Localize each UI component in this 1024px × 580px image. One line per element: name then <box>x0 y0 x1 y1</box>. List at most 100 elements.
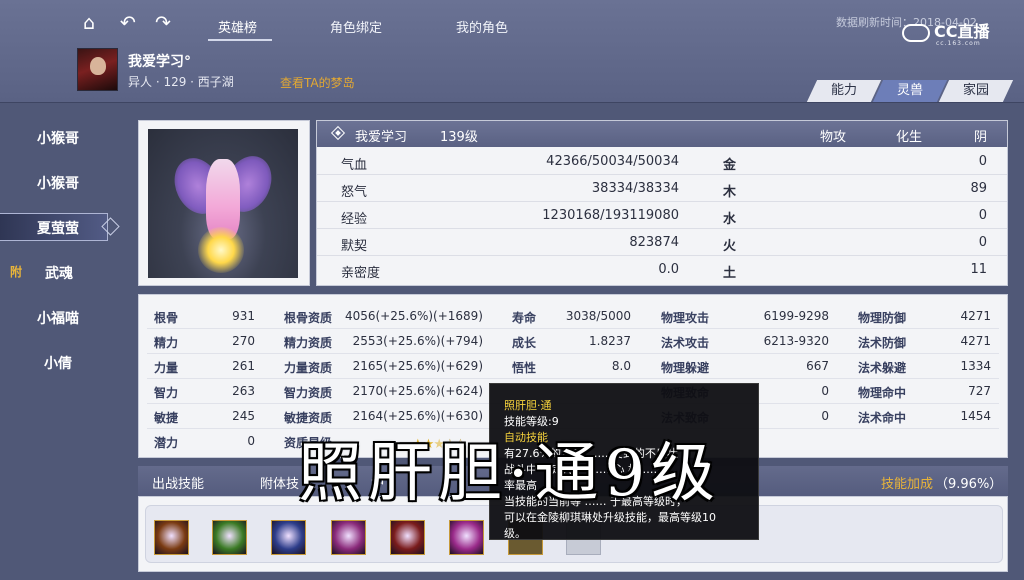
attr-label: 敏捷 <box>154 411 179 425</box>
info-row: 默契 823874 火 0 <box>317 229 1007 256</box>
attr-value: 727 <box>968 384 991 398</box>
fairy-glow <box>198 227 244 273</box>
cc-live-logo: CC直播 cc.163.com <box>902 18 990 47</box>
active-tab-underline <box>208 39 272 41</box>
element-value: 0 <box>978 235 987 250</box>
dream-island-link[interactable]: 查看TA的梦岛 <box>280 74 355 91</box>
attr-value: 4056(+25.6%)(+1689) <box>344 309 483 323</box>
attr-value: 1.8237 <box>589 334 631 348</box>
attr-label: 智力 <box>154 386 179 400</box>
leaf-skill-icon[interactable] <box>212 520 247 555</box>
home-icon[interactable]: ⌂ <box>78 12 100 34</box>
attr-value: 261 <box>232 359 255 373</box>
attr-label: 根骨资质 <box>284 311 333 325</box>
tab-role-binding[interactable]: 角色绑定 <box>330 17 382 36</box>
attr-label: 物理防御 <box>858 311 907 325</box>
element-label: 金 <box>723 158 737 173</box>
attr-value: 667 <box>806 359 829 373</box>
sidebar-item-pet-5[interactable]: 小福喵 <box>0 303 138 331</box>
tab-spirit-beast[interactable]: 灵兽 <box>872 80 948 102</box>
redo-icon[interactable]: ↷ <box>152 12 174 34</box>
attr-label: 根骨 <box>154 311 179 325</box>
sidebar-item-pet-2[interactable]: 小猴哥 <box>0 168 138 196</box>
attr-value: 2170(+25.6%)(+624) <box>352 384 483 398</box>
info-row: 气血 42366/50034/50034 金 0 <box>317 148 1007 175</box>
top-bar: ⌂ ↶ ↷ 英雄榜 角色绑定 我的角色 数据刷新时间：2018-04-02 CC… <box>0 0 1024 103</box>
tooltip-skill-name: 照肝胆·通 <box>504 399 552 412</box>
info-value: 0.0 <box>658 262 679 277</box>
pet-portrait <box>148 129 298 278</box>
sidebar-item-label: 小福喵 <box>37 311 79 327</box>
skill-bonus-value: （9.96%） <box>935 477 1003 492</box>
info-value: 38334/38334 <box>591 181 679 196</box>
tab-home[interactable]: 家园 <box>938 80 1014 102</box>
element-label: 水 <box>723 212 737 227</box>
attr-value: 6199-9298 <box>763 309 829 323</box>
cloud-icon <box>902 23 930 42</box>
tab-battle-skills[interactable]: 出战技能 <box>152 473 204 492</box>
attr-label: 精力资质 <box>284 336 333 350</box>
diamond-icon <box>330 125 346 141</box>
element-value: 0 <box>978 154 987 169</box>
orb-skill-icon[interactable] <box>331 520 366 555</box>
tab-attach-skills[interactable]: 附体技 <box>260 473 299 492</box>
attr-value: 0 <box>821 409 829 423</box>
element-label: 土 <box>723 266 737 281</box>
attr-value: 245 <box>232 409 255 423</box>
tab-my-role[interactable]: 我的角色 <box>456 17 508 36</box>
attr-label: 法术防御 <box>858 336 907 350</box>
attr-value: 0 <box>821 384 829 398</box>
tab-home-label: 家园 <box>962 83 989 98</box>
undo-icon[interactable]: ↶ <box>117 12 139 34</box>
element-label: 木 <box>723 185 737 200</box>
info-label: 怒气 <box>341 185 368 200</box>
pet-name: 我爱学习 <box>355 130 408 145</box>
info-value: 1230168/193119080 <box>542 208 679 223</box>
pet-attack-type: 物攻 <box>820 130 847 145</box>
attr-value: 0 <box>247 434 255 448</box>
element-value: 0 <box>978 208 987 223</box>
attr-value: 2553(+25.6%)(+794) <box>352 334 483 348</box>
lotus-skill-icon[interactable] <box>449 520 484 555</box>
tab-ability[interactable]: 能力 <box>806 80 882 102</box>
attr-label: 成长 <box>512 336 537 350</box>
attr-label: 物理攻击 <box>661 311 710 325</box>
claw-skill-icon[interactable] <box>271 520 306 555</box>
row-divider <box>147 378 999 379</box>
pet-level: 139级 <box>440 130 478 145</box>
attr-value: 931 <box>232 309 255 323</box>
video-caption: 照肝胆·通9级 <box>298 437 722 511</box>
info-row: 怒气 38334/38334 木 89 <box>317 175 1007 202</box>
sidebar-item-label: 武魂 <box>45 266 73 282</box>
info-label: 默契 <box>341 239 368 254</box>
element-label: 火 <box>723 239 737 254</box>
attr-label: 物理躲避 <box>661 361 710 375</box>
tab-hero-rank[interactable]: 英雄榜 <box>218 17 257 36</box>
skill-bonus-label: 技能加成 <box>881 477 934 492</box>
attr-label: 法术命中 <box>858 411 907 425</box>
attr-label: 法术攻击 <box>661 336 710 350</box>
info-value: 823874 <box>629 235 679 250</box>
sidebar-item-pet-1[interactable]: 小猴哥 <box>0 123 138 151</box>
tab-ability-label: 能力 <box>830 83 857 98</box>
attr-label: 潜力 <box>154 436 179 450</box>
fire-skill-icon[interactable] <box>390 520 425 555</box>
pet-alignment: 阴 <box>974 130 988 145</box>
sidebar-item-pet-3[interactable]: 夏萤萤 <box>0 213 138 241</box>
attr-label: 精力 <box>154 336 179 350</box>
attr-label: 寿命 <box>512 311 537 325</box>
element-value: 11 <box>970 262 987 277</box>
tab-spirit-beast-label: 灵兽 <box>896 83 923 98</box>
attr-label: 物理命中 <box>858 386 907 400</box>
attr-value: 270 <box>232 334 255 348</box>
sidebar-item-label: 小猴哥 <box>37 176 79 192</box>
attr-label: 力量 <box>154 361 179 375</box>
sidebar-item-pet-4[interactable]: 附 武魂 <box>0 258 138 286</box>
sidebar-item-pet-6[interactable]: 小倩 <box>0 348 138 376</box>
info-value: 42366/50034/50034 <box>546 154 679 169</box>
attr-value: 4271 <box>960 334 991 348</box>
attr-value: 2165(+25.6%)(+629) <box>352 359 483 373</box>
attr-value: 6213-9320 <box>763 334 829 348</box>
pet-info-panel: 我爱学习 139级 物攻 化生 阴 气血 42366/50034/50034 金 0 怒… <box>316 120 1008 286</box>
cat-skill-icon[interactable] <box>154 520 189 555</box>
